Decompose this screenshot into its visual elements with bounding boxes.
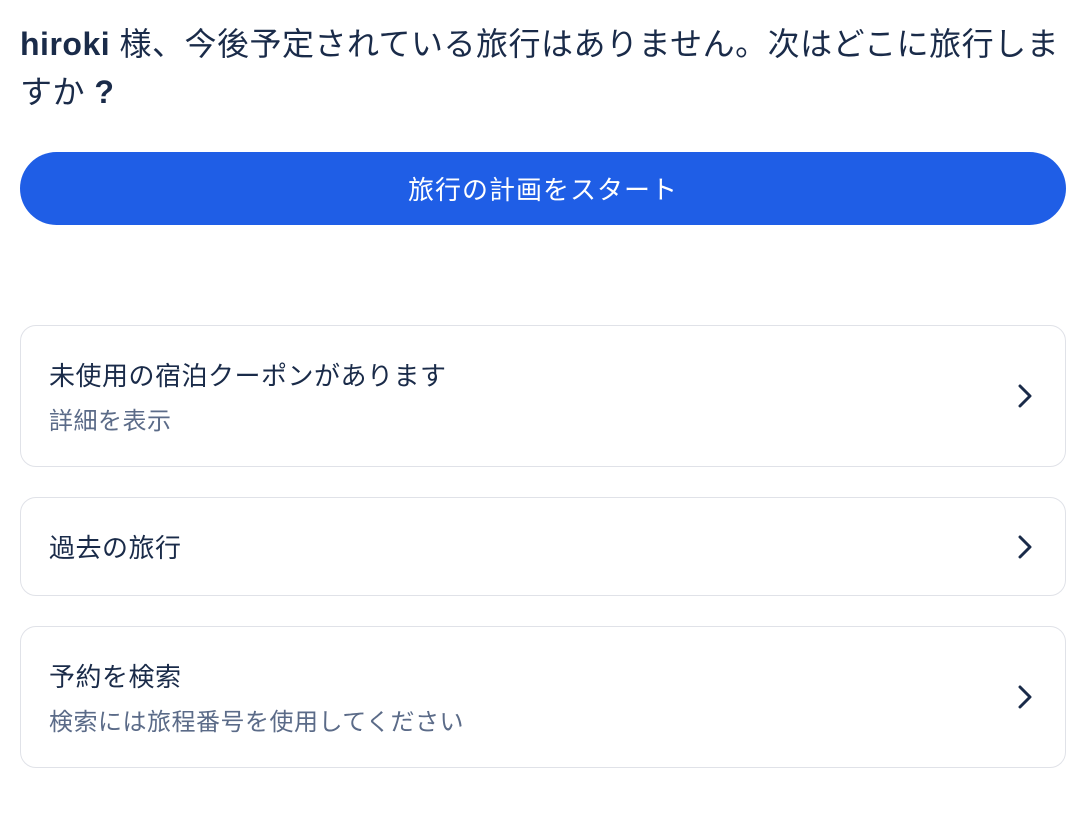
start-planning-button[interactable]: 旅行の計画をスタート (20, 152, 1066, 225)
chevron-right-icon (1013, 384, 1037, 408)
chevron-right-icon (1013, 685, 1037, 709)
card-title: 予約を検索 (49, 657, 464, 694)
card-title: 未使用の宿泊クーポンがあります (49, 356, 447, 393)
card-content: 未使用の宿泊クーポンがあります 詳細を表示 (49, 356, 447, 436)
card-subtitle: 検索には旅程番号を使用してください (49, 702, 464, 737)
question-mark: ? (85, 74, 114, 110)
card-subtitle: 詳細を表示 (49, 401, 447, 436)
chevron-right-icon (1013, 535, 1037, 559)
start-planning-label: 旅行の計画をスタート (408, 175, 678, 205)
search-booking-card[interactable]: 予約を検索 検索には旅程番号を使用してください (20, 626, 1066, 768)
page-title: hiroki 様、今後予定されている旅行はありません。次はどこに旅行しますか ? (20, 20, 1066, 116)
unused-coupon-card[interactable]: 未使用の宿泊クーポンがあります 詳細を表示 (20, 325, 1066, 467)
past-trips-card[interactable]: 過去の旅行 (20, 497, 1066, 596)
username-text: hiroki (20, 26, 110, 62)
card-content: 過去の旅行 (49, 528, 182, 565)
card-content: 予約を検索 検索には旅程番号を使用してください (49, 657, 464, 737)
header-message: 様、今後予定されている旅行はありません。次はどこに旅行しますか (20, 26, 1059, 110)
card-title: 過去の旅行 (49, 528, 182, 565)
